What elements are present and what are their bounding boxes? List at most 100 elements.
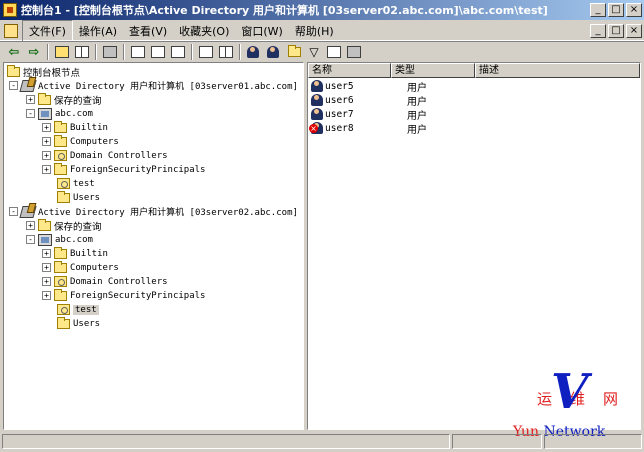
expand-toggle[interactable]: + xyxy=(42,277,51,286)
tree-item-label: Active Directory 用户和计算机 [03server02.abc.… xyxy=(38,208,298,218)
show-action-pane-button[interactable] xyxy=(216,43,236,61)
help-icon xyxy=(199,46,213,58)
child-minimize-button[interactable]: _ xyxy=(590,23,606,38)
new-user-button[interactable] xyxy=(244,43,264,61)
add-to-group-button[interactable] xyxy=(344,43,364,61)
disabled-user-icon xyxy=(309,122,323,134)
expand-toggle[interactable]: + xyxy=(42,165,51,174)
menu-help[interactable]: 帮助(H) xyxy=(289,21,340,41)
active-directory-icon xyxy=(19,79,37,92)
menu-action[interactable]: 操作(A) xyxy=(73,21,123,41)
new-group-button[interactable] xyxy=(264,43,284,61)
collapse-toggle[interactable]: - xyxy=(26,235,35,244)
domain-icon xyxy=(38,107,52,120)
menu-bar: 文件(F) 操作(A) 查看(V) 收藏夹(O) 窗口(W) 帮助(H) _ □… xyxy=(0,19,644,42)
details-list-pane[interactable]: 名称 类型 描述 user5 用户 user6 用户 user7 用户 user… xyxy=(307,62,641,430)
tree-item-label: 保存的查询 xyxy=(54,221,102,233)
active-directory-icon xyxy=(19,205,37,218)
tree-item-ad-server01[interactable]: - Active Directory 用户和计算机 [03server01.ab… xyxy=(9,79,298,92)
column-header-name[interactable]: 名称 xyxy=(308,63,391,78)
new-ou-button[interactable] xyxy=(284,43,304,61)
tree-item-users[interactable]: Users xyxy=(57,316,100,330)
window-title: 控制台1 - [控制台根节点\Active Directory 用户和计算机 [… xyxy=(21,4,548,17)
close-button[interactable]: × xyxy=(626,3,642,17)
toolbar-separator xyxy=(123,44,125,60)
child-restore-button[interactable]: □ xyxy=(608,23,624,38)
back-button[interactable]: ⇦ xyxy=(4,43,24,61)
list-item-type: 用户 xyxy=(407,124,427,136)
menu-file[interactable]: 文件(F) xyxy=(22,19,73,42)
expand-toggle[interactable]: + xyxy=(42,291,51,300)
new-ou-icon xyxy=(287,45,301,57)
folder-icon xyxy=(54,162,67,175)
tree-item-domain[interactable]: - abc.com xyxy=(26,107,93,120)
list-item[interactable]: user5 用户 xyxy=(311,79,487,94)
new-group-icon xyxy=(267,46,279,58)
menu-window[interactable]: 窗口(W) xyxy=(235,21,288,41)
tree-item-foreign-security-principals[interactable]: + ForeignSecurityPrincipals xyxy=(42,288,206,302)
tree-item-root[interactable]: 控制台根节点 xyxy=(7,64,80,79)
filter-button[interactable]: ▽ xyxy=(304,43,324,61)
expand-toggle[interactable]: + xyxy=(42,123,51,132)
expand-toggle[interactable]: + xyxy=(42,151,51,160)
expand-toggle[interactable]: + xyxy=(42,263,51,272)
tree-item-foreign-security-principals[interactable]: + ForeignSecurityPrincipals xyxy=(42,162,205,176)
tree-item-saved-queries[interactable]: + 保存的查询 xyxy=(26,218,102,233)
tree-item-label: Builtin xyxy=(70,122,108,133)
maximize-button[interactable]: □ xyxy=(608,3,624,17)
menu-view[interactable]: 查看(V) xyxy=(123,21,173,41)
tree-item-label: 保存的查询 xyxy=(54,95,102,107)
tree-item-domain-controllers[interactable]: + Domain Controllers xyxy=(42,275,168,288)
properties-button[interactable] xyxy=(128,43,148,61)
tree-item-test[interactable]: test xyxy=(57,177,95,190)
forward-button[interactable]: ⇨ xyxy=(24,43,44,61)
up-one-level-button[interactable] xyxy=(52,43,72,61)
tree-item-saved-queries[interactable]: + 保存的查询 xyxy=(26,92,102,107)
list-item[interactable]: user8 用户 xyxy=(309,121,487,136)
child-close-button[interactable]: × xyxy=(626,23,642,38)
menu-favorites[interactable]: 收藏夹(O) xyxy=(173,21,235,41)
column-header-type[interactable]: 类型 xyxy=(391,63,475,78)
collapse-toggle[interactable]: - xyxy=(9,81,18,90)
toolbar-separator xyxy=(95,44,97,60)
find-button[interactable] xyxy=(324,43,344,61)
tree-item-ad-server02[interactable]: - Active Directory 用户和计算机 [03server02.ab… xyxy=(9,205,298,218)
export-list-button[interactable] xyxy=(168,43,188,61)
collapse-toggle[interactable]: - xyxy=(26,109,35,118)
list-item[interactable]: user6 用户 xyxy=(311,93,487,108)
child-window-controls: _ □ × xyxy=(588,23,642,38)
tree-item-domain[interactable]: - abc.com xyxy=(26,233,93,246)
tree-item-domain-controllers[interactable]: + Domain Controllers xyxy=(42,149,168,162)
expand-toggle[interactable]: + xyxy=(42,249,51,258)
expand-toggle[interactable]: + xyxy=(26,221,35,230)
show-hide-tree-button[interactable] xyxy=(72,43,92,61)
list-item[interactable]: user7 用户 xyxy=(311,107,487,122)
tree-item-label: test xyxy=(73,304,99,315)
refresh-button[interactable] xyxy=(148,43,168,61)
mmc-app-icon[interactable] xyxy=(3,3,17,17)
minimize-button[interactable]: _ xyxy=(590,3,606,17)
folder-icon xyxy=(54,134,67,147)
tree-item-label: ForeignSecurityPrincipals xyxy=(70,290,206,301)
tree-item-test-selected[interactable]: test xyxy=(57,303,99,316)
title-bar: 控制台1 - [控制台根节点\Active Directory 用户和计算机 [… xyxy=(0,0,644,20)
up-folder-icon xyxy=(55,46,69,58)
console-doc-icon[interactable] xyxy=(4,23,18,38)
collapse-toggle[interactable]: - xyxy=(9,207,18,216)
tree-item-builtin[interactable]: + Builtin xyxy=(42,120,108,134)
toolbar-separator xyxy=(239,44,241,60)
expand-toggle[interactable]: + xyxy=(26,95,35,104)
tree-item-computers[interactable]: + Computers xyxy=(42,134,119,148)
column-header-description[interactable]: 描述 xyxy=(475,63,640,78)
tree-item-computers[interactable]: + Computers xyxy=(42,260,119,274)
expand-toggle[interactable]: + xyxy=(42,137,51,146)
tree-item-users[interactable]: Users xyxy=(57,190,100,204)
folder-icon xyxy=(54,120,67,133)
tree-item-builtin[interactable]: + Builtin xyxy=(42,246,108,260)
help-button[interactable] xyxy=(196,43,216,61)
delete-button[interactable] xyxy=(100,43,120,61)
console-tree-pane[interactable]: 控制台根节点 - Active Directory 用户和计算机 [03serv… xyxy=(3,62,304,430)
tree-item-label: test xyxy=(73,178,95,189)
status-bar xyxy=(0,432,644,452)
tree-item-label: Computers xyxy=(70,262,119,273)
